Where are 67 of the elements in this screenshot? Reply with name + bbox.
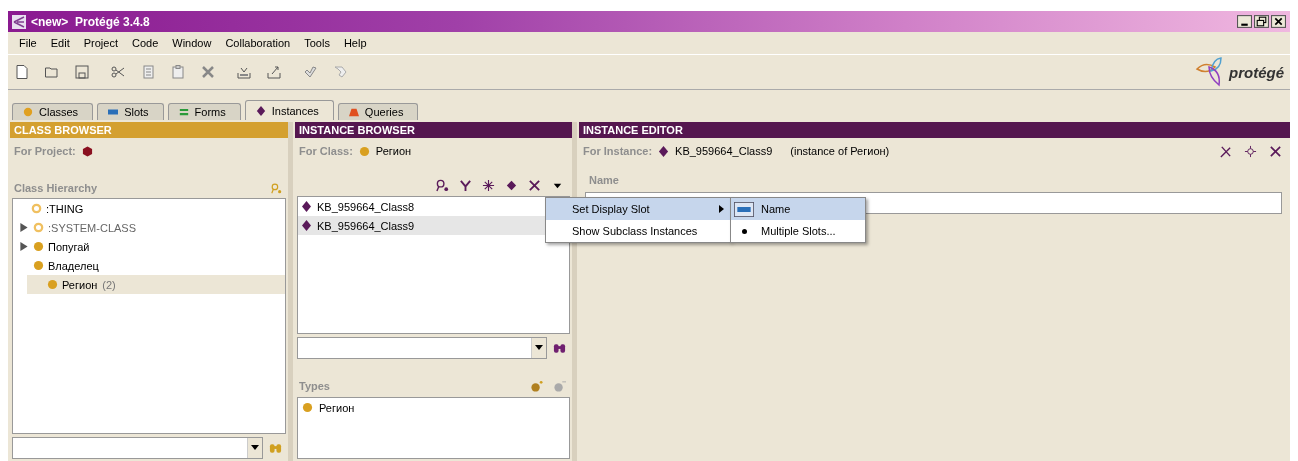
types-label: Types [299,380,330,392]
app-icon [12,14,26,29]
tab[interactable]: Classes [12,103,94,120]
class-icon [31,203,42,214]
new-file-icon[interactable] [14,64,30,80]
menu-item[interactable]: Code [124,37,166,49]
tree-item[interactable]: :THING [13,199,285,218]
instance-icon [658,145,670,157]
menu-item[interactable]: Help [336,37,374,49]
binoculars-icon[interactable] [553,341,566,354]
menu-item[interactable]: Edit [43,37,77,49]
tab[interactable]: Slots [97,103,164,120]
project-icon [81,145,93,157]
class-icon [47,279,58,290]
submenu-arrow-icon [719,205,724,213]
class-hierarchy-label: Class Hierarchy [14,182,98,194]
menu-item[interactable]: Set Display Slot [546,198,730,220]
class-icon [358,145,370,157]
class-icon [302,402,313,413]
diamond-icon[interactable] [505,178,518,192]
tree-item[interactable]: Регион (2) [27,275,285,294]
instance-icon [302,220,311,231]
close-icon[interactable] [1271,15,1286,28]
panel-header: CLASS BROWSER [10,122,288,138]
menu-item[interactable]: Project [76,37,125,49]
close-icon[interactable] [1269,144,1282,158]
search-icon[interactable] [436,178,449,192]
save-icon[interactable] [74,64,90,80]
instance-of-text: (instance of Регион) [790,145,890,157]
instance-icon [302,201,311,212]
open-folder-icon[interactable] [44,64,60,80]
cut-icon[interactable] [110,64,126,80]
name-label: Name [589,174,619,186]
tab[interactable]: Queries [337,103,419,120]
paste-icon[interactable] [170,64,186,80]
class-icon [33,260,44,271]
delete-icon[interactable] [528,178,541,192]
minimize-icon[interactable] [1237,15,1252,28]
panel-header: INSTANCE EDITOR [579,122,1290,138]
caret-icon[interactable] [251,445,259,450]
tab[interactable]: Forms [167,103,241,120]
tab[interactable]: Instances [244,100,334,120]
slot-icon [734,201,754,217]
menu-item[interactable]: Window [165,37,219,49]
class-icon [33,222,44,233]
menu-item[interactable]: Name [731,198,865,220]
bullet-icon [741,228,747,234]
logo-text: protégé [1229,63,1284,81]
caret-icon[interactable] [535,345,543,350]
for-project-label: For Project: [14,145,76,157]
class-icon [33,241,44,252]
menu-item[interactable]: Multiple Slots... [731,220,865,242]
window-title: <new> Protégé 3.4.8 [31,14,150,29]
menu-item[interactable]: Collaboration [218,37,298,49]
for-class-value: Регион [375,145,412,157]
instance-name: KB_959664_Class9 [675,145,773,157]
tree-item[interactable]: Попугай [13,237,285,256]
menu-item[interactable]: Tools [297,37,337,49]
restore-icon[interactable] [1254,15,1269,28]
for-instance-label: For Instance: [583,145,653,157]
expand-arrow-icon[interactable] [20,242,28,251]
tree-item[interactable]: Владелец [13,256,285,275]
add-type-icon[interactable] [530,379,543,393]
menu-item[interactable]: File [12,37,44,49]
for-class-label: For Class: [299,145,353,157]
panel-header: INSTANCE BROWSER [295,122,572,138]
export-icon[interactable] [266,64,282,80]
